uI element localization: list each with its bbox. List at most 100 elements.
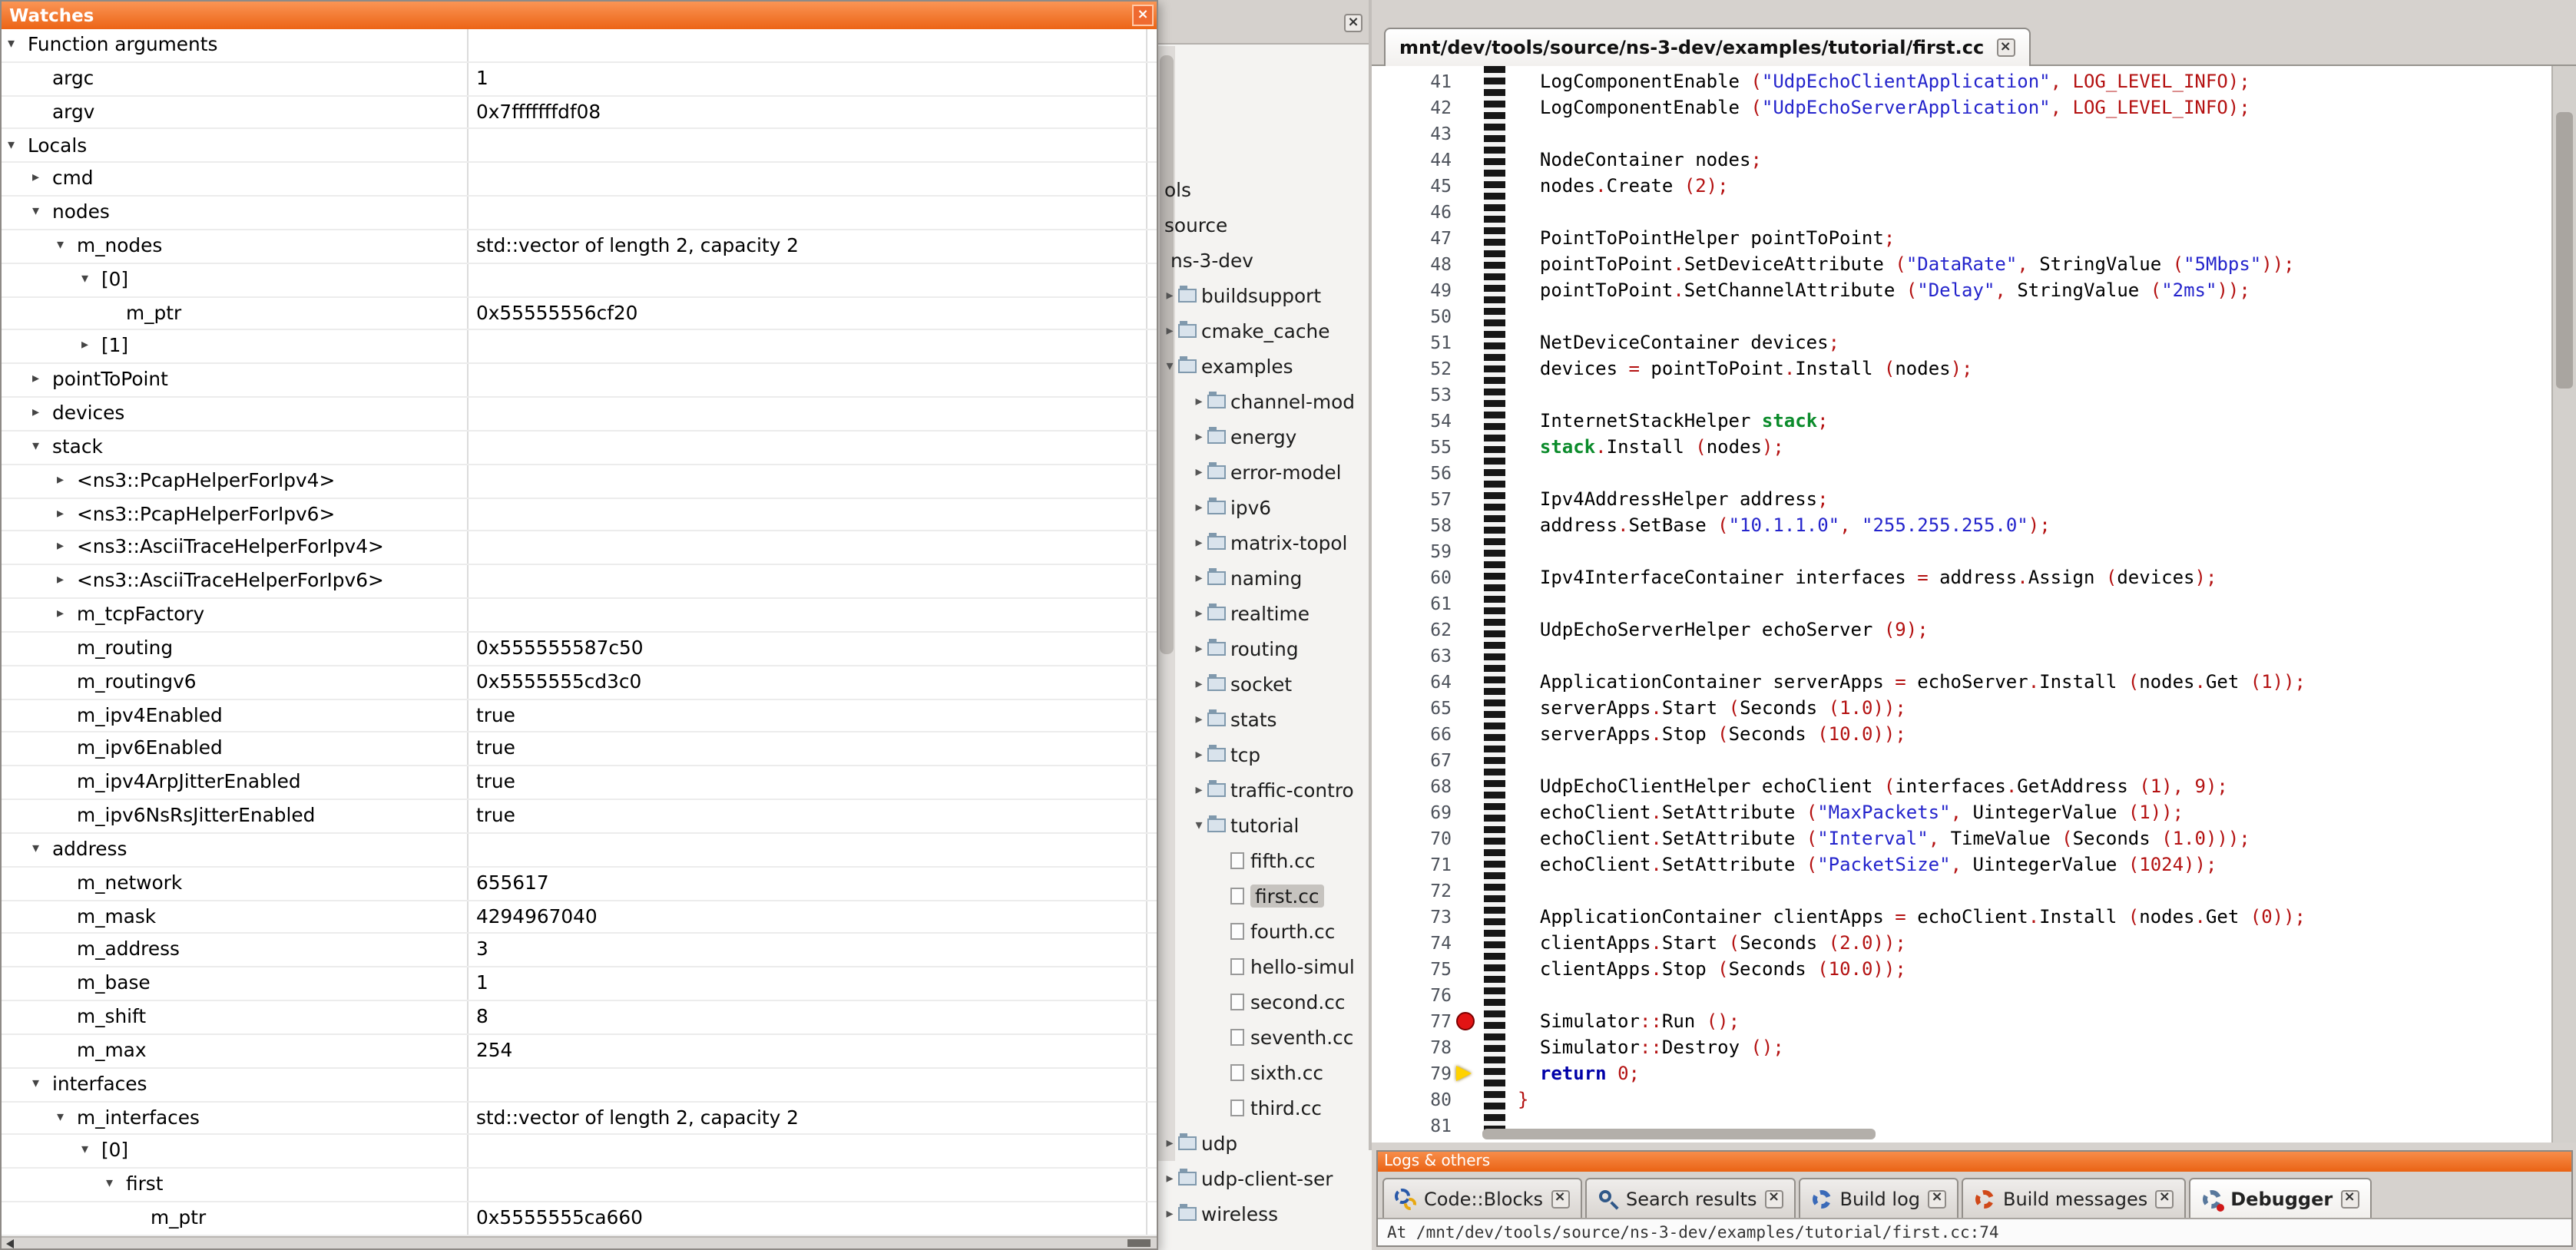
code-text[interactable]: devices = pointToPoint.Install (nodes); [1518,356,1973,382]
line-number[interactable]: 51 [1372,330,1452,356]
watch-row[interactable]: m_ipv4ArpJitterEnabledtrue [2,766,1157,800]
tab-build-messages[interactable]: Build messages× [1962,1178,2186,1218]
line-number[interactable]: 43 [1372,121,1452,147]
expander-collapsed-icon[interactable]: ▸ [1161,1171,1178,1186]
editor-tab[interactable]: mnt/dev/tools/source/ns-3-dev/examples/t… [1384,28,2030,66]
watch-row[interactable]: argc1 [2,63,1157,97]
watch-row[interactable]: m_shift8 [2,1001,1157,1035]
expander-collapsed-icon[interactable]: ▸ [1190,712,1207,727]
expander-collapsed-icon[interactable]: ▸ [57,566,77,598]
editor-vertical-scrollbar[interactable] [2551,66,2576,1143]
line-number[interactable]: 77 [1372,1009,1452,1035]
code-text[interactable]: stack.Install (nodes); [1518,435,1784,461]
line-number[interactable]: 58 [1372,513,1452,539]
expander-collapsed-icon[interactable]: ▸ [32,398,52,430]
line-number[interactable]: 48 [1372,252,1452,278]
expander-collapsed-icon[interactable]: ▸ [32,365,52,397]
tree-item-fourth-cc[interactable]: fourth.cc [1158,914,1372,949]
watch-row[interactable]: m_ipv4Enabledtrue [2,699,1157,733]
line-number[interactable]: 42 [1372,95,1452,121]
watch-row[interactable]: ▾Function arguments [2,29,1157,63]
code-text[interactable]: return 0; [1518,1061,1640,1087]
code-text[interactable]: LogComponentEnable ("UdpEchoServerApplic… [1518,95,2250,121]
code-line-row[interactable]: 42 LogComponentEnable ("UdpEchoServerApp… [1372,95,2551,121]
code-text[interactable]: NetDeviceContainer devices; [1518,330,1839,356]
tab-debugger[interactable]: Debugger× [2189,1178,2371,1218]
tree-item-examples[interactable]: ▾examples [1158,349,1372,384]
line-number[interactable]: 79 [1372,1061,1452,1087]
code-text[interactable]: Ipv4InterfaceContainer interfaces = addr… [1518,565,2217,591]
tab-close-button[interactable]: × [1551,1189,1569,1208]
line-number[interactable]: 74 [1372,931,1452,957]
expander-expanded-icon[interactable]: ▾ [32,197,52,229]
line-number[interactable]: 53 [1372,382,1452,408]
watch-row[interactable]: ▾m_nodesstd::vector of length 2, capacit… [2,230,1157,264]
expander-expanded-icon[interactable]: ▾ [81,264,101,296]
code-text[interactable]: InternetStackHelper stack; [1518,408,1829,435]
tree-item-first-cc[interactable]: first.cc [1158,878,1372,914]
watch-row[interactable]: m_ipv6Enabledtrue [2,733,1157,767]
tree-item-routing[interactable]: ▸routing [1158,631,1372,666]
code-text[interactable]: nodes.Create (2); [1518,174,1729,200]
tree-item-naming[interactable]: ▸naming [1158,561,1372,596]
code-text[interactable]: UdpEchoClientHelper echoClient (interfac… [1518,774,2228,800]
watches-titlebar[interactable]: Watches × [2,2,1157,29]
line-number[interactable]: 49 [1372,278,1452,304]
watch-row[interactable]: ▸devices [2,398,1157,432]
code-line-row[interactable]: 46 [1372,200,2551,226]
code-text[interactable]: address.SetBase ("10.1.1.0", "255.255.25… [1518,513,2051,539]
line-number[interactable]: 76 [1372,983,1452,1009]
watch-row[interactable]: m_ptr0x55555556cf20 [2,297,1157,331]
expander-collapsed-icon[interactable]: ▸ [57,532,77,564]
tree-item-udp-client-ser[interactable]: ▸udp-client-ser [1158,1161,1372,1196]
watch-row[interactable]: ▸[1] [2,331,1157,365]
code-line-row[interactable]: 41 LogComponentEnable ("UdpEchoClientApp… [1372,69,2551,95]
expander-expanded-icon[interactable]: ▾ [32,1068,52,1100]
expander-collapsed-icon[interactable]: ▸ [1161,1136,1178,1151]
code-line-row[interactable]: 61 [1372,591,2551,617]
code-text[interactable]: echoClient.SetAttribute ("PacketSize", U… [1518,852,2217,878]
expander-collapsed-icon[interactable]: ▸ [1190,429,1207,445]
line-number[interactable]: 52 [1372,356,1452,382]
line-number[interactable]: 44 [1372,147,1452,174]
expander-collapsed-icon[interactable]: ▸ [1190,641,1207,656]
code-line-row[interactable]: 76 [1372,983,2551,1009]
watch-row[interactable]: ▾m_interfacesstd::vector of length 2, ca… [2,1102,1157,1136]
line-number[interactable]: 66 [1372,722,1452,748]
code-line-row[interactable]: 79 return 0; [1372,1061,2551,1087]
editor-tab-close-button[interactable]: × [1996,38,2015,57]
code-text[interactable]: pointToPoint.SetChannelAttribute ("Delay… [1518,278,2250,304]
code-line-row[interactable]: 48 pointToPoint.SetDeviceAttribute ("Dat… [1372,252,2551,278]
code-line-row[interactable]: 74 clientApps.Start (Seconds (2.0)); [1372,931,2551,957]
line-number[interactable]: 50 [1372,304,1452,330]
code-line-row[interactable]: 73 ApplicationContainer clientApps = ech… [1372,904,2551,931]
scroll-left-arrow-icon[interactable] [6,1239,14,1248]
expander-expanded-icon[interactable]: ▾ [32,432,52,464]
watch-row[interactable]: ▾stack [2,432,1157,465]
line-number[interactable]: 45 [1372,174,1452,200]
tree-item-error-model[interactable]: ▸error-model [1158,455,1372,490]
line-number[interactable]: 71 [1372,852,1452,878]
watches-close-button[interactable]: × [1132,5,1154,26]
watch-row[interactable]: ▸cmd [2,164,1157,197]
tree-item-energy[interactable]: ▸energy [1158,419,1372,455]
code-text[interactable]: serverApps.Stop (Seconds (10.0)); [1518,722,1906,748]
line-number[interactable]: 81 [1372,1113,1452,1139]
line-number[interactable]: 65 [1372,696,1452,722]
tab-code-blocks[interactable]: Code::Blocks× [1382,1178,1581,1218]
code-text[interactable]: echoClient.SetAttribute ("Interval", Tim… [1518,826,2250,852]
code-line-row[interactable]: 62 UdpEchoServerHelper echoServer (9); [1372,617,2551,643]
code-line-row[interactable]: 44 NodeContainer nodes; [1372,147,2551,174]
code-text[interactable]: clientApps.Stop (Seconds (10.0)); [1518,957,1906,983]
code-text[interactable]: } [1518,1087,1528,1113]
watch-row[interactable]: ▾[0] [2,1136,1157,1169]
code-line-row[interactable]: 58 address.SetBase ("10.1.1.0", "255.255… [1372,513,2551,539]
tree-item-sixth-cc[interactable]: sixth.cc [1158,1055,1372,1090]
line-number[interactable]: 47 [1372,226,1452,252]
editor-horizontal-scrollbar-thumb[interactable] [1482,1129,1876,1139]
code-text[interactable]: clientApps.Start (Seconds (2.0)); [1518,931,1906,957]
tab-close-button[interactable]: × [1928,1189,1946,1208]
tree-item-seventh-cc[interactable]: seventh.cc [1158,1020,1372,1055]
code-line-row[interactable]: 52 devices = pointToPoint.Install (nodes… [1372,356,2551,382]
code-text[interactable]: PointToPointHelper pointToPoint; [1518,226,1895,252]
